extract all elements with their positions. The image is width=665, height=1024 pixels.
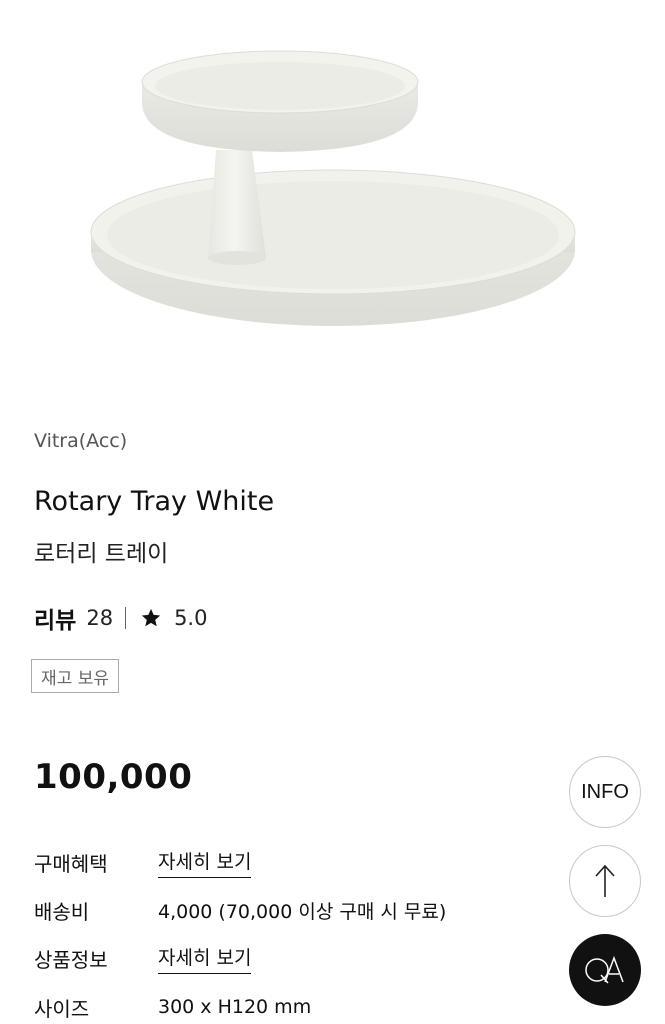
info-label: 사이즈 — [34, 996, 90, 1021]
product-title-ko: 로터리 트레이 — [34, 541, 169, 567]
review-summary[interactable]: 리뷰 28 5.0 — [34, 600, 207, 636]
product-title-en: Rotary Tray White — [34, 486, 275, 517]
info-label: 상품정보 — [34, 947, 108, 972]
qa-button[interactable] — [569, 934, 641, 1006]
product-image — [0, 0, 665, 400]
rotary-tray-illustration — [90, 50, 576, 326]
info-row-size: 사이즈 300 x H120 mm — [34, 990, 534, 1024]
info-button-label: INFO — [581, 780, 629, 803]
scroll-top-button[interactable] — [569, 845, 641, 917]
rating-value: 5.0 — [174, 606, 208, 630]
info-label: 구매혜택 — [34, 851, 108, 876]
arrow-up-icon — [595, 864, 615, 897]
info-label: 배송비 — [34, 899, 90, 924]
info-row-shipping: 배송비 4,000 (70,000 이상 구매 시 무료) — [34, 893, 534, 927]
stock-badge: 재고 보유 — [31, 659, 119, 693]
star-icon — [141, 608, 161, 627]
shipping-fee-value: 4,000 (70,000 이상 구매 시 무료) — [158, 900, 447, 923]
info-row-product-info: 상품정보 자세히 보기 — [34, 941, 534, 975]
brand-name[interactable]: Vitra(Acc) — [34, 430, 127, 452]
review-count: 28 — [86, 606, 114, 630]
product-price: 100,000 — [34, 757, 193, 797]
divider — [125, 607, 127, 629]
benefits-detail-link[interactable]: 자세히 보기 — [158, 847, 252, 878]
size-value: 300 x H120 mm — [158, 996, 312, 1018]
info-button[interactable]: INFO — [569, 756, 641, 828]
product-info-detail-link[interactable]: 자세히 보기 — [158, 943, 252, 974]
info-row-benefits: 구매혜택 자세히 보기 — [34, 845, 534, 879]
qa-icon — [585, 955, 624, 984]
review-label: 리뷰 — [34, 608, 77, 634]
